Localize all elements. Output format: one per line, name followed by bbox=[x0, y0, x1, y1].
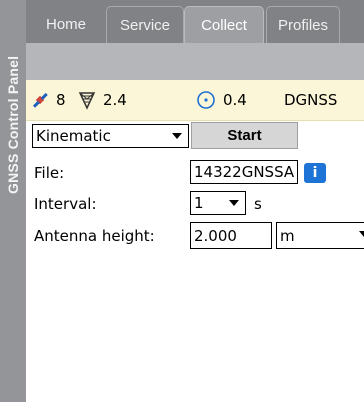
chevron-down-icon bbox=[359, 231, 364, 237]
pdop-icon bbox=[78, 92, 96, 110]
interval-unit: s bbox=[254, 195, 262, 213]
file-name-value: 14322GNSSA bbox=[194, 163, 295, 181]
antenna-unit-value: m bbox=[280, 226, 295, 245]
pdop-value: 2.4 bbox=[103, 91, 127, 109]
tab-home-label: Home bbox=[45, 16, 86, 33]
interval-label: Interval: bbox=[34, 195, 97, 213]
mode-dropdown[interactable]: Kinematic bbox=[32, 124, 189, 148]
toolbar-strip bbox=[26, 43, 364, 80]
tab-bar: Home Service Collect Profiles bbox=[26, 0, 364, 43]
tab-profiles[interactable]: Profiles bbox=[266, 6, 340, 43]
chevron-down-icon bbox=[229, 200, 239, 206]
satellite-count: 8 bbox=[56, 91, 66, 109]
chevron-down-icon bbox=[172, 133, 182, 139]
antenna-height-input[interactable]: 2.000 bbox=[190, 222, 272, 249]
pdop-status: 2.4 bbox=[78, 80, 127, 120]
mode-value: Kinematic bbox=[36, 127, 111, 145]
info-icon[interactable]: i bbox=[304, 163, 326, 183]
antenna-height-label: Antenna height: bbox=[34, 227, 155, 245]
tab-collect[interactable]: Collect bbox=[184, 6, 264, 43]
tab-collect-label: Collect bbox=[201, 16, 247, 34]
interval-dropdown[interactable]: 1 bbox=[190, 191, 246, 215]
accuracy-circle-icon bbox=[197, 91, 215, 109]
side-panel-title: GNSS Control Panel bbox=[5, 55, 21, 195]
tab-service[interactable]: Service bbox=[106, 6, 184, 43]
accuracy-value: 0.4 bbox=[223, 91, 247, 109]
solution-type: DGNSS bbox=[284, 91, 338, 109]
file-label: File: bbox=[34, 164, 65, 182]
satellite-icon bbox=[32, 92, 48, 108]
tab-profiles-label: Profiles bbox=[277, 16, 329, 34]
antenna-height-value: 2.000 bbox=[194, 226, 237, 245]
antenna-unit-dropdown[interactable]: m bbox=[276, 222, 364, 249]
tab-home[interactable]: Home bbox=[28, 6, 104, 43]
status-bar: 8 2.4 0.4 DGNSS bbox=[26, 80, 364, 121]
side-panel: GNSS Control Panel bbox=[0, 0, 26, 402]
collect-form: Kinematic Start File: 14322GNSSA i Inter… bbox=[26, 120, 364, 402]
start-button[interactable]: Start bbox=[191, 122, 298, 149]
file-name-input[interactable]: 14322GNSSA bbox=[190, 160, 298, 184]
satellite-status: 8 bbox=[30, 80, 66, 120]
interval-value: 1 bbox=[194, 194, 204, 212]
tab-service-label: Service bbox=[119, 16, 171, 34]
accuracy-status: 0.4 bbox=[196, 80, 247, 120]
